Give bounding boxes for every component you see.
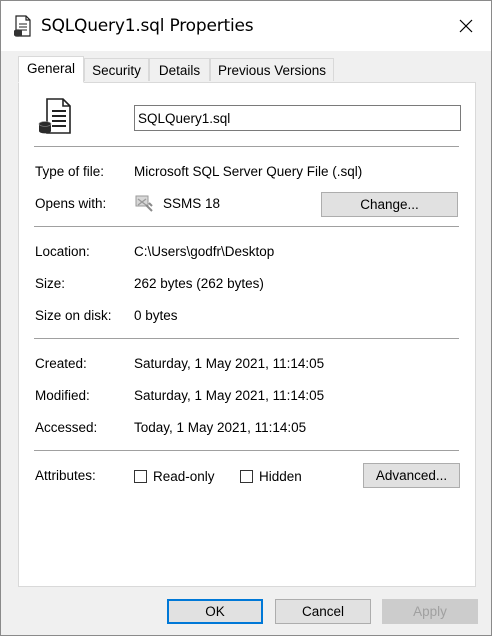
change-button[interactable]: Change... xyxy=(321,192,458,217)
opens-with-value: SSMS 18 xyxy=(163,196,221,211)
size-value: 262 bytes (262 bytes) xyxy=(134,276,264,291)
close-icon[interactable] xyxy=(453,13,479,39)
tab-previous-versions[interactable]: Previous Versions xyxy=(210,58,334,81)
separator xyxy=(34,146,459,147)
file-name-input[interactable] xyxy=(134,105,461,131)
cancel-button[interactable]: Cancel xyxy=(275,599,371,624)
separator xyxy=(34,226,459,227)
read-only-label: Read-only xyxy=(153,469,215,484)
hidden-checkbox[interactable] xyxy=(240,470,253,483)
tab-general[interactable]: General xyxy=(18,56,84,83)
apply-button[interactable]: Apply xyxy=(382,599,478,624)
tab-security[interactable]: Security xyxy=(84,58,149,81)
document-icon xyxy=(14,15,31,37)
ok-button[interactable]: OK xyxy=(167,599,263,624)
size-on-disk-label: Size on disk: xyxy=(35,308,112,323)
advanced-button[interactable]: Advanced... xyxy=(363,463,460,488)
general-panel: Type of file: Microsoft SQL Server Query… xyxy=(18,82,476,587)
attributes-label: Attributes: xyxy=(35,468,96,483)
accessed-value: Today, 1 May 2021, 11:14:05 xyxy=(134,420,307,435)
size-on-disk-value: 0 bytes xyxy=(134,308,178,323)
modified-value: Saturday, 1 May 2021, 11:14:05 xyxy=(134,388,325,403)
opens-with-label: Opens with: xyxy=(35,196,107,211)
accessed-label: Accessed: xyxy=(35,420,98,435)
created-value: Saturday, 1 May 2021, 11:14:05 xyxy=(134,356,325,371)
properties-dialog: SQLQuery1.sql Properties General Securit… xyxy=(0,0,492,636)
separator xyxy=(34,338,459,339)
ssms-app-icon xyxy=(135,195,153,212)
read-only-checkbox[interactable] xyxy=(134,470,147,483)
sql-file-icon xyxy=(38,98,71,134)
type-of-file-label: Type of file: xyxy=(35,164,105,179)
type-of-file-value: Microsoft SQL Server Query File (.sql) xyxy=(134,164,363,179)
size-label: Size: xyxy=(35,276,66,291)
created-label: Created: xyxy=(35,356,87,371)
window-title: SQLQuery1.sql Properties xyxy=(41,16,254,36)
location-value: C:\Users\godfr\Desktop xyxy=(134,244,275,259)
tab-details[interactable]: Details xyxy=(149,58,210,81)
separator xyxy=(34,450,459,451)
modified-label: Modified: xyxy=(35,388,90,403)
hidden-label: Hidden xyxy=(259,469,302,484)
title-bar: SQLQuery1.sql Properties xyxy=(1,1,491,51)
location-label: Location: xyxy=(35,244,90,259)
